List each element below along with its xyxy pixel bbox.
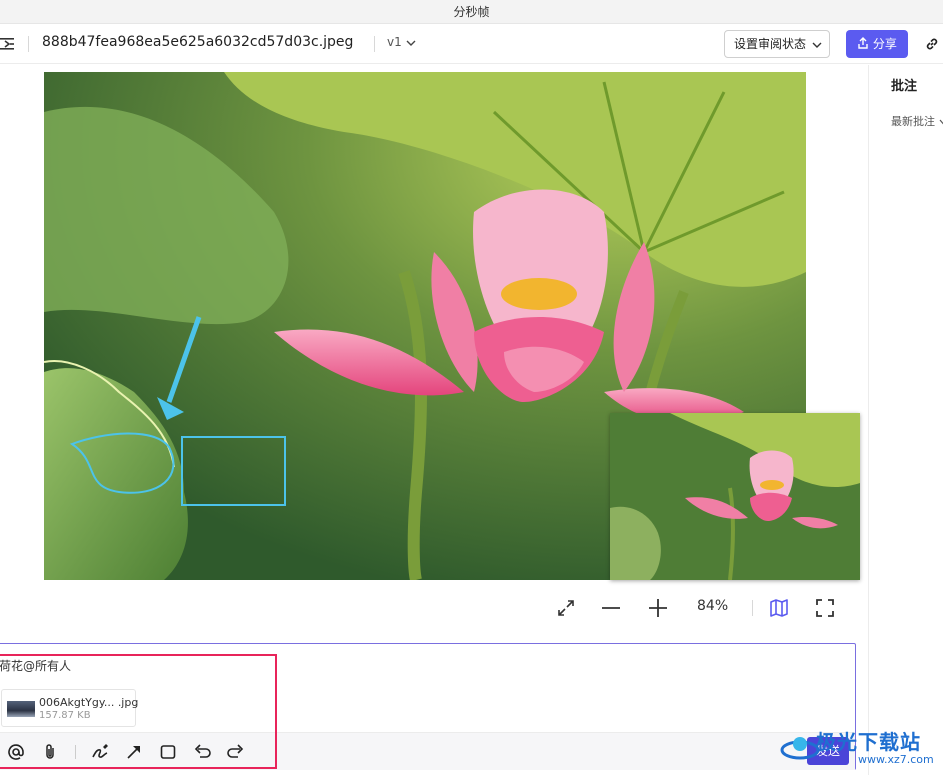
image-canvas[interactable] [0,65,868,640]
share-icon [858,37,868,49]
undo-icon[interactable] [193,743,211,761]
zoom-controls: 84% [0,590,868,626]
version-label: v1 [387,35,402,49]
rectangle-tool-icon[interactable] [159,743,177,761]
fullscreen-icon[interactable] [815,598,835,618]
sort-dropdown[interactable]: 最新批注 [891,113,943,129]
share-button-label: 分享 [872,37,897,51]
window-title: 分秒帧 [0,0,943,24]
share-button[interactable]: 分享 [846,30,908,58]
mention-icon[interactable] [7,743,25,761]
attachment-chip[interactable]: 006AkgtYgy... .jpg 157.87 KB [1,689,139,727]
chevron-down-icon [939,119,943,125]
toolbar-divider [374,36,375,52]
comment-input[interactable]: 荷花@所有人 [0,657,71,674]
annotation-panel: 批注 最新批注 [868,65,943,775]
attachment-icon[interactable] [41,743,59,761]
link-icon[interactable] [924,36,940,52]
zoom-in-icon[interactable] [648,598,668,618]
redo-icon[interactable] [227,743,245,761]
map-icon[interactable] [769,598,789,618]
toolbar-divider [28,36,29,52]
comment-composer[interactable]: 荷花@所有人 006AkgtYgy... .jpg 157.87 KB 发送 [0,643,856,770]
file-name: 888b47fea968ea5e625a6032cd57d03c.jpeg [42,34,354,50]
chevron-down-icon [812,42,822,48]
top-toolbar: 888b47fea968ea5e625a6032cd57d03c.jpeg v1… [0,24,943,64]
minimap-preview[interactable] [610,413,860,580]
review-button-label: 设置审阅状态 [734,37,807,51]
menu-collapse-icon[interactable] [0,35,18,53]
attachment-size: 157.87 KB [39,710,91,721]
fit-screen-icon[interactable] [556,598,576,618]
set-review-status-button[interactable]: 设置审阅状态 [724,30,830,58]
version-dropdown[interactable]: v1 [387,35,416,49]
chevron-down-icon [406,40,416,46]
zoom-divider [752,600,753,616]
send-button[interactable]: 发送 [807,737,849,765]
zoom-level: 84% [697,598,729,614]
comment-toolbar: 发送 [0,732,855,770]
toolbar-divider [75,745,76,759]
sort-label: 最新批注 [891,115,935,128]
panel-title: 批注 [891,79,918,94]
zoom-out-icon[interactable] [601,598,621,618]
attachment-thumbnail [7,701,35,717]
pen-icon[interactable] [91,743,109,761]
arrow-tool-icon[interactable] [125,743,143,761]
attachment-name: 006AkgtYgy... .jpg [39,696,139,709]
